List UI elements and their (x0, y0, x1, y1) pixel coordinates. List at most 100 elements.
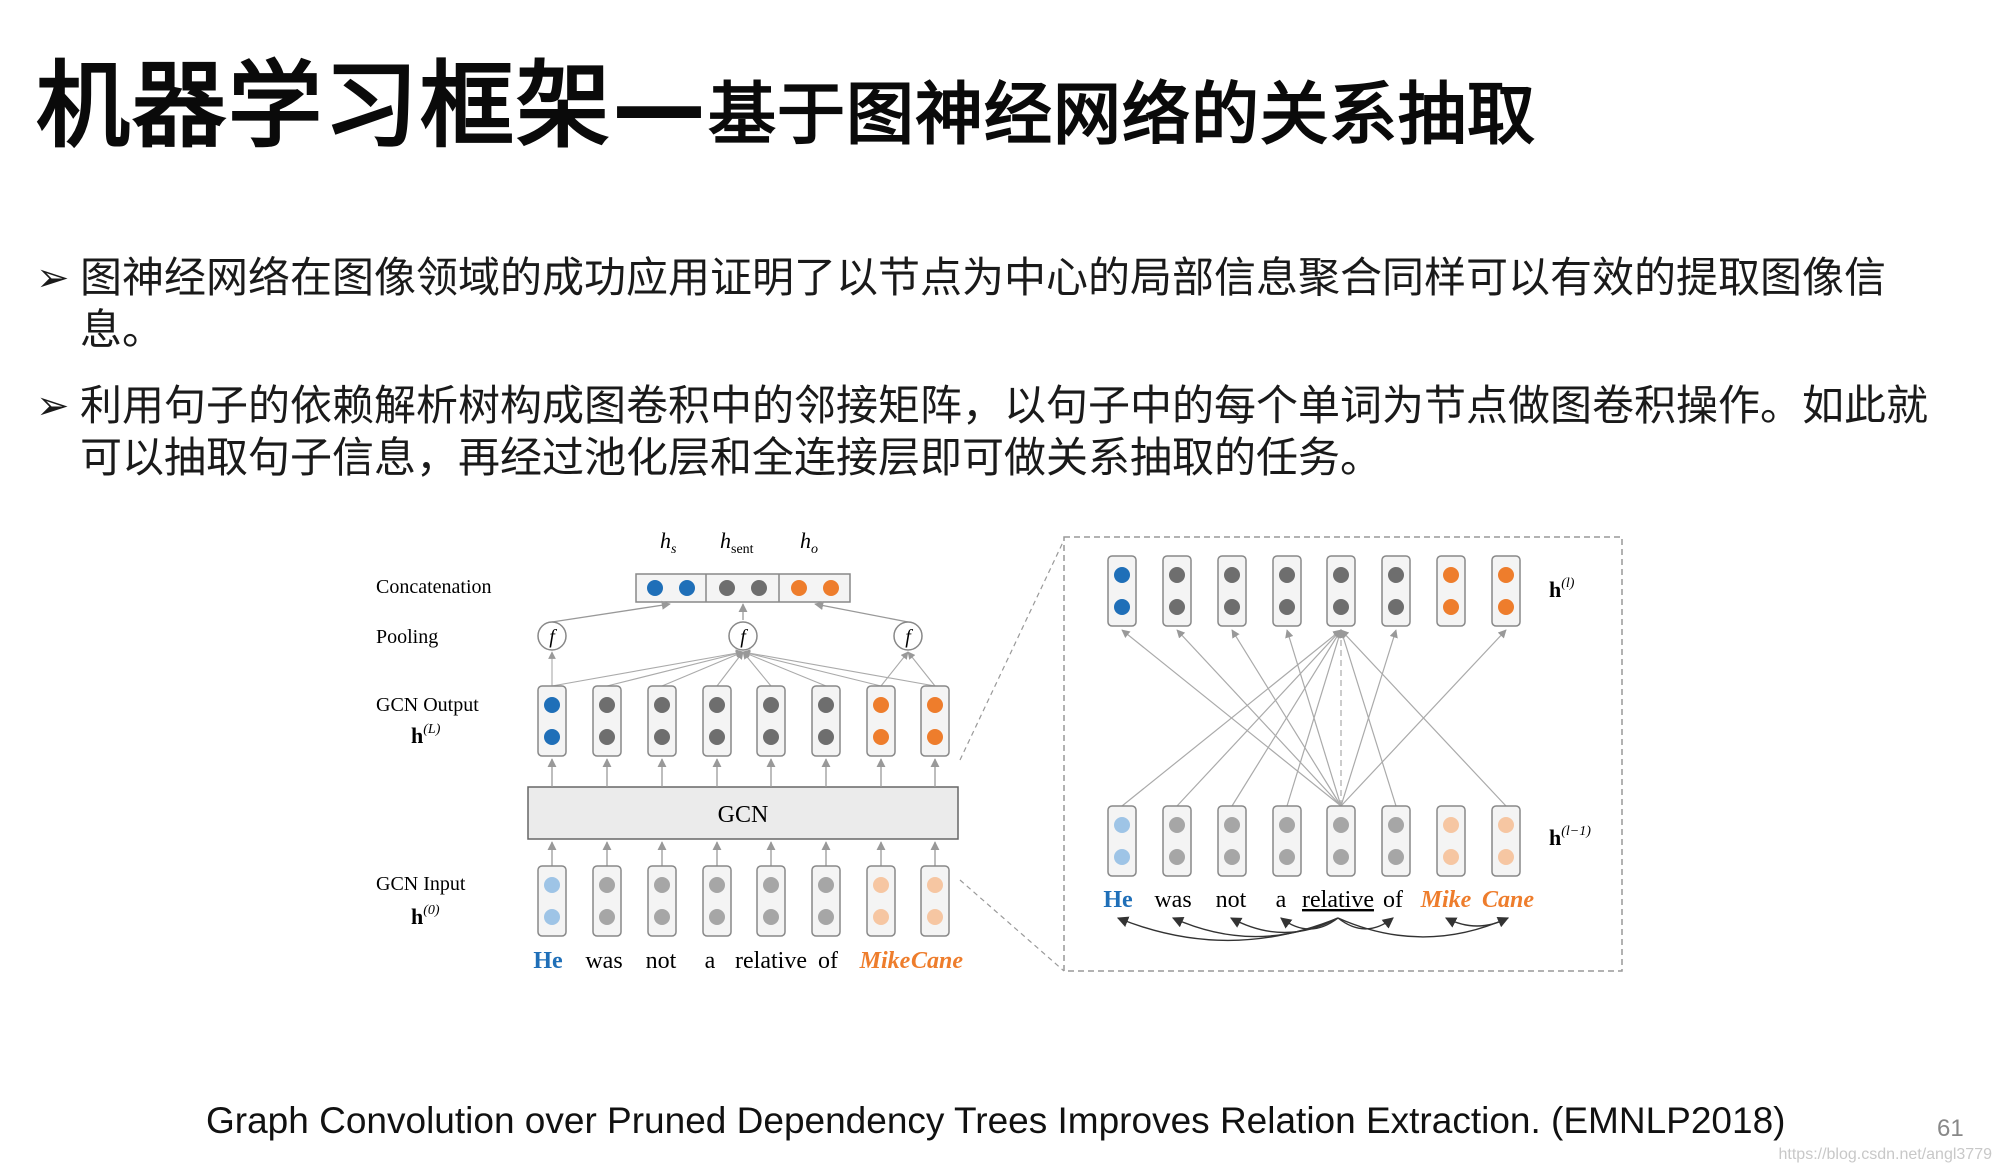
feature-node (654, 877, 670, 893)
dependency-arc (1171, 917, 1339, 938)
feature-node (1169, 599, 1185, 615)
layer-l-minus-1-column (1162, 805, 1192, 877)
gcn-input-columns (537, 865, 950, 937)
feature-node (763, 909, 779, 925)
layer-l-column (1107, 555, 1137, 627)
feature-node (1388, 567, 1404, 583)
feature-node (1443, 849, 1459, 865)
pool-edge (742, 649, 882, 687)
sentence-word: a (1276, 887, 1287, 913)
feature-node (1498, 599, 1514, 615)
layer-l-minus-1-column (1381, 805, 1411, 877)
hsent-node (751, 580, 767, 596)
gcn-input-math: h(0) (411, 903, 440, 929)
feature-node (1114, 599, 1130, 615)
gcn-output-columns (537, 685, 950, 757)
feature-node (1279, 567, 1295, 583)
layer-l-minus-1-columns (1107, 805, 1521, 877)
gcn-architecture-diagram: Concatenation Pooling GCN Output h(L) GC… (376, 528, 1623, 974)
pooling-connections (548, 649, 936, 687)
feature-node (818, 697, 834, 713)
layer-l-column (1272, 555, 1302, 627)
feature-node (763, 729, 779, 745)
feature-node (927, 877, 943, 893)
feature-node (927, 909, 943, 925)
h-l-minus-1-label: h(l−1) (1549, 824, 1591, 850)
gcn-output-column (920, 685, 950, 757)
pool-edge (907, 651, 936, 687)
feature-node (1169, 567, 1185, 583)
dependency-arc (1337, 916, 1510, 938)
dependency-arc (1280, 917, 1339, 930)
gcn-layer-label: GCN (718, 802, 769, 828)
feature-node (709, 877, 725, 893)
feature-node (818, 877, 834, 893)
layer-l-minus-1-column (1107, 805, 1137, 877)
dependency-arc (1445, 917, 1509, 928)
sentence-word: of (818, 948, 838, 974)
gcn-output-column (592, 685, 622, 757)
feature-node (544, 729, 560, 745)
sentence-word: Mike (1420, 887, 1472, 913)
feature-node (1279, 599, 1295, 615)
feature-node (1114, 817, 1130, 833)
feature-node (818, 729, 834, 745)
h-o-label: ho (800, 528, 818, 557)
feature-node (1498, 567, 1514, 583)
feature-node (1169, 849, 1185, 865)
layer-l-column (1326, 555, 1356, 627)
zoom-connector (959, 879, 1065, 972)
feature-node (654, 697, 670, 713)
layer-l-columns (1107, 555, 1521, 627)
h-s-label: hs (660, 528, 677, 557)
feature-node (1388, 817, 1404, 833)
feature-node (709, 909, 725, 925)
pool-edge (742, 649, 936, 687)
sentence-word: a (705, 948, 716, 974)
feature-node (1443, 567, 1459, 583)
feature-node (873, 729, 889, 745)
dependency-arcs (1116, 916, 1510, 942)
layer-l-minus-1-column (1217, 805, 1247, 877)
gcn-input-column (756, 865, 786, 937)
gcn-output-column (537, 685, 567, 757)
gcn-input-label: GCN Input (376, 873, 466, 895)
sentence-word: not (646, 948, 677, 974)
feature-node (763, 877, 779, 893)
ho-node (823, 580, 839, 596)
dependency-arc (1337, 917, 1394, 930)
feature-node (927, 729, 943, 745)
sentence-word: relative (1302, 887, 1374, 913)
feature-node (599, 877, 615, 893)
pool-edge (742, 651, 772, 687)
sentence-word: relative (735, 948, 807, 974)
concatenation-label: Concatenation (376, 576, 492, 598)
sentence-word: not (1216, 887, 1247, 913)
gcn-input-column (647, 865, 677, 937)
feature-node (544, 909, 560, 925)
feature-node (1224, 817, 1240, 833)
paper-reference: Graph Convolution over Pruned Dependency… (206, 1100, 1786, 1141)
gcn-input-column (811, 865, 841, 937)
page-number: 61 (1937, 1115, 1964, 1142)
gcn-input-column (702, 865, 732, 937)
layer-l-column (1381, 555, 1411, 627)
gcn-input-column (866, 865, 896, 937)
layer-l-column (1491, 555, 1521, 627)
feature-node (1169, 817, 1185, 833)
h-l-label: h(l) (1549, 576, 1575, 602)
sentence-word: of (1383, 887, 1403, 913)
feature-node (1279, 817, 1295, 833)
layer-l-minus-1-column (1436, 805, 1466, 877)
layer-l-column (1162, 555, 1192, 627)
feature-node (873, 697, 889, 713)
feature-node (1114, 849, 1130, 865)
neighbor-aggregation-edges (1121, 629, 1507, 807)
feature-node (544, 877, 560, 893)
feature-node (709, 697, 725, 713)
left-sentence: He was not a relative of Mike Cane (533, 948, 963, 974)
gcn-output-column (811, 685, 841, 757)
layer-l-column (1436, 555, 1466, 627)
gcn-input-column (592, 865, 622, 937)
layer-l-column (1217, 555, 1247, 627)
